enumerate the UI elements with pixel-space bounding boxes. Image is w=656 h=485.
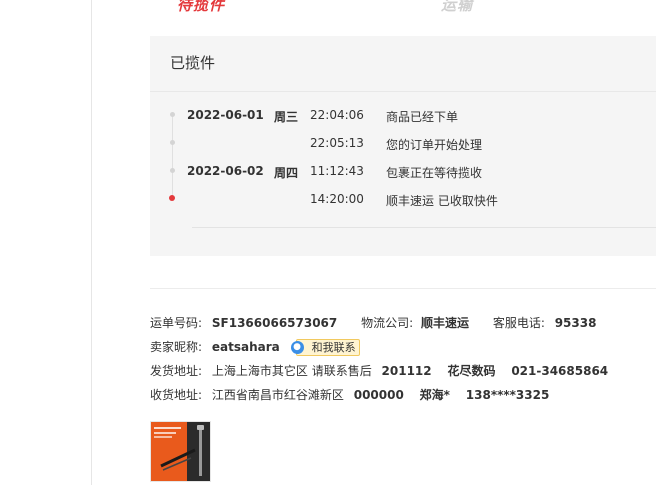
ship-from-phone: 021-34685864 xyxy=(511,364,609,378)
ship-from-zip: 201112 xyxy=(381,364,432,378)
ship-to-phone: 138****3325 xyxy=(465,388,550,402)
timeline-dot xyxy=(170,112,175,117)
event-date: 2022-06-02 xyxy=(187,164,264,178)
phone-label: 客服电话: xyxy=(492,316,545,330)
event-weekday: 周三 xyxy=(274,110,299,124)
ship-to-label: 收货地址: xyxy=(150,388,203,402)
tracking-panel: 已揽件 2022-06-01 周三 22:04:06 商品已经下单 22:05:… xyxy=(150,36,656,256)
event-weekday: 周四 xyxy=(274,166,299,180)
event-date: 2022-06-01 xyxy=(187,108,264,122)
product-thumbnail[interactable] xyxy=(150,421,211,482)
ship-to-address: 江西省南昌市红谷滩新区 xyxy=(211,388,344,402)
contact-seller-button[interactable]: ● 和我联系 xyxy=(290,339,360,356)
product-image xyxy=(151,422,210,481)
ship-from-address: 上海上海市其它区 请联系售后 xyxy=(211,364,372,378)
chat-bubble-icon: ● xyxy=(290,341,304,354)
service-phone: 95338 xyxy=(554,316,597,330)
seller-label: 卖家昵称: xyxy=(150,340,203,354)
status-step-pending-pickup: 待揽件 xyxy=(177,0,226,14)
waybill-label: 运单号码: xyxy=(150,316,203,330)
event-description: 包裹正在等待揽收 xyxy=(386,166,483,180)
seller-nickname: eatsahara xyxy=(211,340,280,354)
event-description: 您的订单开始处理 xyxy=(386,138,483,152)
waybill-number: SF1366066573067 xyxy=(211,316,338,330)
contact-seller-label: 和我联系 xyxy=(311,341,356,354)
left-divider xyxy=(91,0,92,485)
timeline-dot xyxy=(170,168,175,173)
ship-from-label: 发货地址: xyxy=(150,364,203,378)
seller-row: 卖家昵称: eatsahara ● 和我联系 xyxy=(150,338,360,356)
panel-bottom-divider xyxy=(192,227,656,228)
current-status-title: 已揽件 xyxy=(170,54,216,72)
event-time: 22:05:13 xyxy=(310,136,364,150)
event-description: 商品已经下单 xyxy=(386,110,459,124)
ship-from-row: 发货地址: 上海上海市其它区 请联系售后 201112 花尽数码 021-346… xyxy=(150,362,608,379)
timeline-dot-current xyxy=(169,195,175,201)
carrier-label: 物流公司: xyxy=(361,316,414,330)
timeline-dot xyxy=(170,140,175,145)
event-description: 顺丰速运 已收取快件 xyxy=(386,194,498,208)
timeline-line xyxy=(172,115,173,198)
panel-divider xyxy=(150,91,656,92)
status-step-in-transit: 运输 xyxy=(441,0,474,14)
ship-to-name: 郑海* xyxy=(419,388,450,402)
ship-from-name: 花尽数码 xyxy=(447,364,496,378)
carrier-name: 顺丰速运 xyxy=(420,316,469,330)
ship-to-row: 收货地址: 江西省南昌市红谷滩新区 000000 郑海* 138****3325 xyxy=(150,386,549,403)
event-time: 11:12:43 xyxy=(310,164,364,178)
event-time: 22:04:06 xyxy=(310,108,364,122)
waybill-row: 运单号码: SF1366066573067 物流公司: 顺丰速运 客服电话: 9… xyxy=(150,314,596,331)
ship-to-zip: 000000 xyxy=(353,388,404,402)
section-separator xyxy=(150,288,656,289)
event-time: 14:20:00 xyxy=(310,192,364,206)
